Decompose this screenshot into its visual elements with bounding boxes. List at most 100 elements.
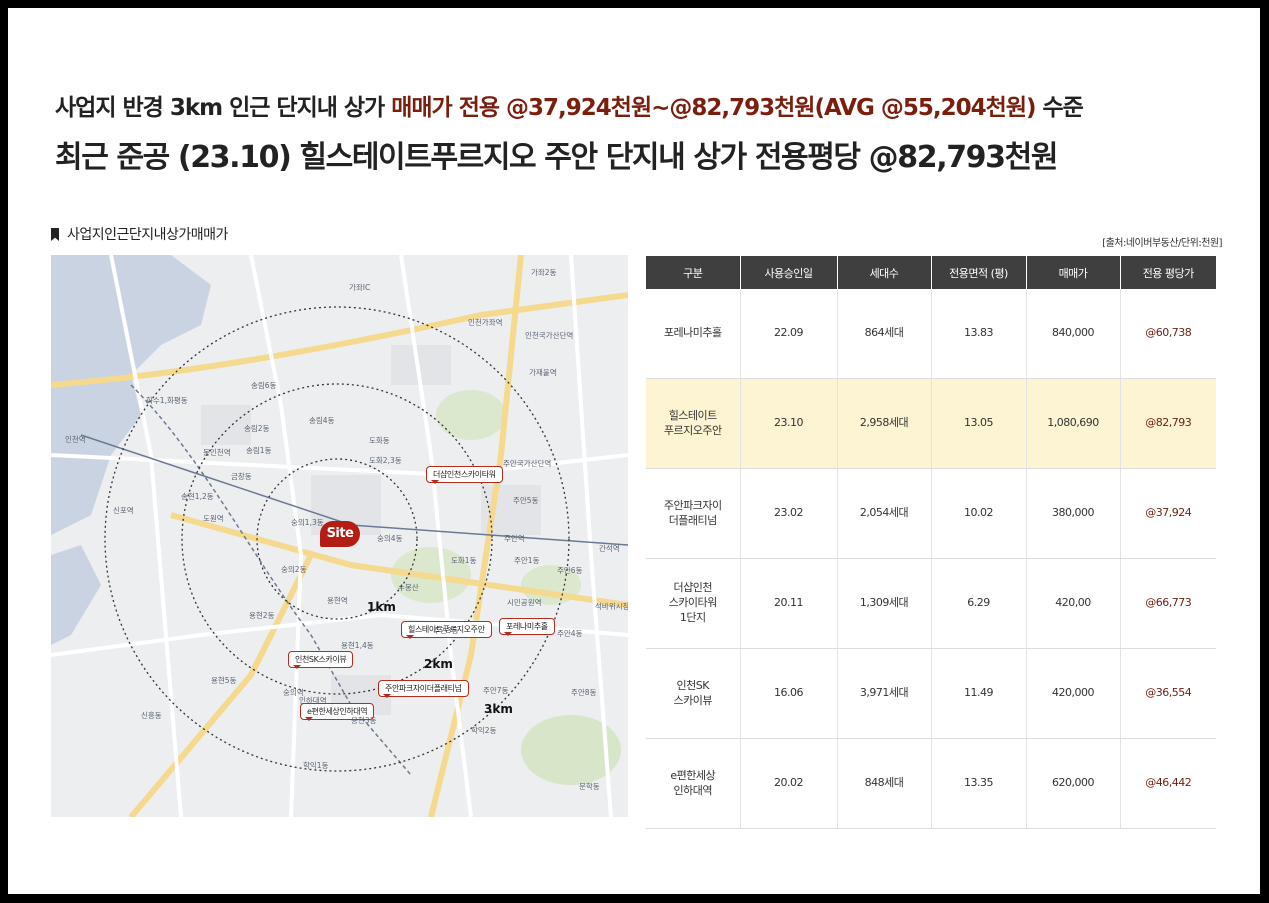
section-title-text: 사업지인근단지내상가매매가 bbox=[67, 227, 228, 243]
cell-price-per-py: @82,793 bbox=[1119, 378, 1216, 469]
map-place-label: 송림6동 bbox=[251, 381, 277, 390]
map-place-label: 인천국가산단역 bbox=[525, 331, 574, 340]
map-place-label: 용현5동 bbox=[211, 676, 237, 685]
cell-price-per-py: @46,442 bbox=[1119, 738, 1216, 829]
headline-line1-highlight: 매매가 전용 @37,924천원~@82,793천원(AVG @55,204천원… bbox=[391, 95, 1036, 121]
cell-approval-date: 23.10 bbox=[739, 378, 837, 469]
map-place-label: 신포역 bbox=[113, 506, 134, 515]
map-place-label: 주안8동 bbox=[571, 688, 597, 697]
header-name: 구분 bbox=[646, 256, 740, 289]
header-units: 세대수 bbox=[836, 256, 931, 289]
map-place-label: 석바위시장역 bbox=[595, 602, 628, 611]
map-place-label: 학익2동 bbox=[471, 726, 497, 735]
map-place-label: 학익1동 bbox=[303, 761, 329, 770]
cell-price: 380,000 bbox=[1025, 468, 1120, 559]
document-page: 사업지 반경 3km 인근 단지내 상가 매매가 전용 @37,924천원~@8… bbox=[8, 8, 1260, 894]
tag-incheon-sk: 인천SK스카이뷰 bbox=[288, 651, 354, 669]
cell-area: 13.83 bbox=[930, 289, 1026, 379]
map-place-label: 가좌IC bbox=[349, 283, 371, 292]
table-body: 포레나미추홀 22.09 864세대 13.83 840,000 @60,738 힐스테이트… bbox=[646, 289, 1216, 829]
table-header-row: 구분 사용승인일 세대수 전용면적 (평) 매매가 전용 평당가 bbox=[646, 256, 1216, 289]
headline-line1: 사업지 반경 3km 인근 단지내 상가 매매가 전용 @37,924천원~@8… bbox=[55, 88, 1084, 122]
cell-area: 10.02 bbox=[930, 468, 1026, 559]
map-place-label: 신흥동 bbox=[141, 711, 162, 720]
map-place-label: 도원역 bbox=[203, 514, 224, 523]
map-place-label: 시민공원역 bbox=[507, 598, 542, 607]
cell-name: 포레나미추홀 bbox=[646, 289, 740, 379]
map-place-label: 주안3동 bbox=[433, 626, 459, 635]
map-place-label: 주안6동 bbox=[557, 566, 583, 575]
map-place-label: 문학동 bbox=[579, 782, 600, 791]
map-place-label: 숭의1,3동 bbox=[291, 518, 324, 527]
price-table: 구분 사용승인일 세대수 전용면적 (평) 매매가 전용 평당가 포레나미추홀 2… bbox=[646, 256, 1216, 829]
price-table-wrap: 구분 사용승인일 세대수 전용면적 (평) 매매가 전용 평당가 포레나미추홀 2… bbox=[646, 256, 1216, 829]
cell-price-per-py: @60,738 bbox=[1119, 289, 1216, 379]
map-place-label: 수봉산 bbox=[398, 583, 419, 592]
map-place-label: 주안4동 bbox=[557, 629, 583, 638]
map-place-label: 도화동 bbox=[369, 436, 390, 445]
tag-juan-park: 주안파크자이더플래티넘 bbox=[378, 680, 469, 698]
map-place-label: 주안국가산단역 bbox=[503, 459, 552, 468]
map-place-label: 송림2동 bbox=[244, 424, 270, 433]
map-place-label: 송림4동 bbox=[309, 416, 335, 425]
map-place-label: 화수1,화평동 bbox=[146, 396, 188, 405]
table-row: 인천SK 스카이뷰 16.06 3,971세대 11.49 420,000 @36,554 bbox=[646, 648, 1216, 739]
table-row: e편한세상 인하대역 20.02 848세대 13.35 620,000 @46,442 bbox=[646, 738, 1216, 829]
cell-area: 13.05 bbox=[930, 378, 1026, 469]
cell-price: 420,00 bbox=[1025, 558, 1120, 649]
header-price: 매매가 bbox=[1025, 256, 1120, 289]
cell-approval-date: 23.02 bbox=[739, 468, 837, 559]
cell-price: 840,000 bbox=[1025, 289, 1120, 379]
bookmark-icon bbox=[51, 228, 59, 241]
headline-line2: 최근 준공 (23.10) 힐스테이트푸르지오 주안 단지내 상가 전용평당 @… bbox=[55, 140, 1058, 175]
headline-line1-suffix: 수준 bbox=[1035, 95, 1084, 121]
location-map: 1km 2km 3km Site 더샵인천스카이타워 힐스테이트푸르지오주안 포… bbox=[51, 255, 628, 817]
cell-approval-date: 20.02 bbox=[739, 738, 837, 829]
cell-area: 13.35 bbox=[930, 738, 1026, 829]
header-area: 전용면적 (평) bbox=[930, 256, 1026, 289]
cell-name: 힐스테이트 푸르지오주안 bbox=[646, 378, 740, 469]
cell-name: 더샵인천 스카이타워 1단지 bbox=[646, 558, 740, 649]
cell-area: 6.29 bbox=[930, 558, 1026, 649]
cell-price-per-py: @66,773 bbox=[1119, 558, 1216, 649]
cell-approval-date: 16.06 bbox=[739, 648, 837, 739]
headline-line1-prefix: 사업지 반경 3km 인근 단지내 상가 bbox=[55, 95, 392, 121]
cell-approval-date: 22.09 bbox=[739, 289, 837, 379]
map-place-label: 인하대역 bbox=[299, 696, 327, 705]
source-note: [출처:네이버부동산/단위:천원] bbox=[1102, 238, 1222, 249]
cell-area: 11.49 bbox=[930, 648, 1026, 739]
ring-label-3km: 3km bbox=[484, 702, 513, 716]
table-row: 포레나미추홀 22.09 864세대 13.83 840,000 @60,738 bbox=[646, 289, 1216, 379]
cell-name: 주안파크자이 더플래티넘 bbox=[646, 468, 740, 559]
cell-units: 2,054세대 bbox=[836, 468, 931, 559]
cell-units: 3,971세대 bbox=[836, 648, 931, 739]
map-place-label: 주안1동 bbox=[514, 556, 540, 565]
map-place-label: 금창동 bbox=[231, 472, 252, 481]
map-place-label: 도화1동 bbox=[451, 556, 477, 565]
map-place-label: 용현1,4동 bbox=[341, 641, 374, 650]
header-price-per-py: 전용 평당가 bbox=[1119, 256, 1216, 289]
map-place-label: 송림1동 bbox=[246, 446, 272, 455]
tag-poreunamiju: 포레나미추홀 bbox=[499, 618, 555, 636]
map-place-label: 인천가좌역 bbox=[468, 318, 503, 327]
cell-units: 1,309세대 bbox=[836, 558, 931, 649]
cell-approval-date: 20.11 bbox=[739, 558, 837, 649]
map-place-label: 가좌2동 bbox=[531, 268, 557, 277]
map-place-label: 송현1,2동 bbox=[181, 492, 214, 501]
table-row: 주안파크자이 더플래티넘 23.02 2,054세대 10.02 380,000 @37,9… bbox=[646, 468, 1216, 559]
section-title: 사업지인근단지내상가매매가 bbox=[51, 224, 228, 244]
cell-name: e편한세상 인하대역 bbox=[646, 738, 740, 829]
tag-the-sharp: 더샵인천스카이타워 bbox=[426, 466, 503, 484]
cell-units: 848세대 bbox=[836, 738, 931, 829]
cell-price: 620,000 bbox=[1025, 738, 1120, 829]
map-place-label: 주안7동 bbox=[483, 686, 509, 695]
map-place-label: 용현역 bbox=[327, 596, 348, 605]
ring-label-2km: 2km bbox=[424, 657, 453, 671]
map-place-label: 숭의2동 bbox=[281, 565, 307, 574]
site-marker: Site bbox=[320, 521, 360, 547]
map-place-label: 용현3동 bbox=[351, 716, 377, 725]
map-place-label: 주안역 bbox=[504, 534, 525, 543]
map-place-label: 숭의4동 bbox=[377, 534, 403, 543]
header-approval-date: 사용승인일 bbox=[739, 256, 837, 289]
map-place-label: 동인천역 bbox=[203, 448, 231, 457]
